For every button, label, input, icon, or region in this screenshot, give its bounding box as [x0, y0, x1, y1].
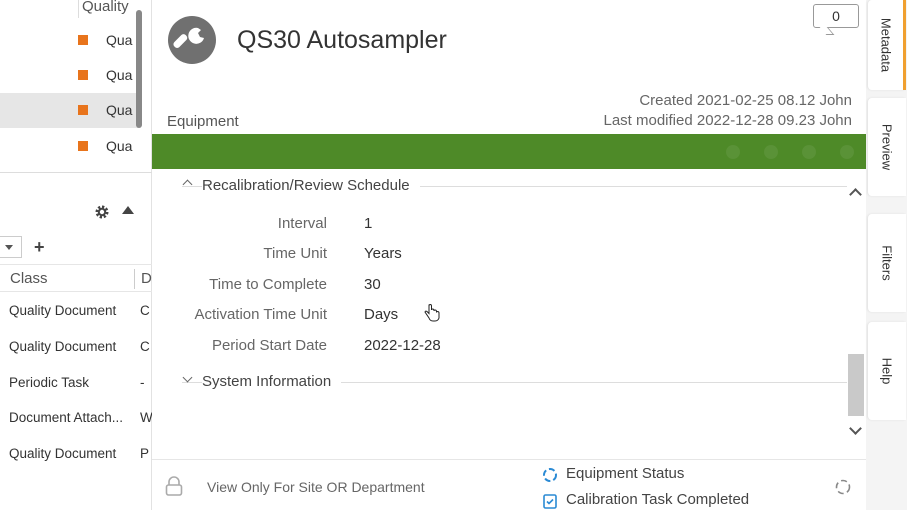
section-recalibration[interactable]: Recalibration/Review Schedule [182, 177, 847, 197]
checklist-icon [543, 494, 557, 509]
modified-info: Last modified 2022-12-28 09.23 John [603, 112, 852, 129]
scroll-thumb[interactable] [848, 354, 864, 416]
tab-label: Metadata [878, 17, 893, 73]
object-list: Quality Qua Qua Qua Qua [0, 0, 152, 172]
tab-help[interactable]: Help [868, 322, 906, 420]
list-item[interactable]: Qua [0, 58, 138, 93]
right-tab-rail: Metadata Preview Filters Help [866, 0, 907, 510]
properties-panel: Recalibration/Review Schedule Interval 1… [152, 169, 848, 459]
settings-icon[interactable] [802, 145, 816, 159]
column-header-d[interactable]: D [141, 270, 152, 287]
scroll-up-icon[interactable] [849, 188, 862, 201]
edit-icon[interactable] [764, 145, 778, 159]
field-value[interactable]: Days [364, 306, 398, 323]
task-label: Calibration Task Completed [566, 491, 750, 508]
field-label: Time to Complete [209, 276, 327, 293]
object-class: Equipment [167, 113, 239, 130]
table-row[interactable]: Quality Document P [0, 437, 152, 472]
field-interval: Interval 1 [152, 215, 712, 237]
tab-label: Help [879, 357, 895, 385]
list-item-selected[interactable]: Qua [0, 93, 138, 128]
list-item-label: Qua [106, 102, 133, 118]
more-icon[interactable] [840, 145, 854, 159]
field-label: Interval [277, 215, 327, 232]
cell-class: Quality Document [9, 339, 117, 354]
star-icon[interactable] [726, 145, 740, 159]
tab-metadata[interactable]: Metadata [868, 0, 906, 90]
list-item[interactable]: Qua [0, 23, 138, 58]
field-label: Time Unit [263, 245, 327, 262]
lock-icon [165, 476, 183, 496]
list-item-label: Qua [106, 32, 133, 48]
tab-label: Preview [879, 123, 895, 171]
wrench-icon [168, 16, 216, 64]
comment-bubble-tail [819, 27, 835, 35]
tab-label: Filters [879, 245, 895, 281]
view-dropdown[interactable] [0, 236, 22, 258]
refresh-icon[interactable] [834, 478, 852, 496]
field-value[interactable]: Years [364, 245, 402, 262]
page-title: QS30 Autosampler [237, 26, 447, 54]
add-icon[interactable]: + [34, 237, 45, 258]
column-header-class[interactable]: Class [10, 270, 48, 287]
cell-class: Periodic Task [9, 375, 90, 390]
cell-d: P [140, 446, 150, 461]
gear-icon[interactable] [94, 204, 110, 220]
cell-d: C [140, 303, 150, 318]
table-row[interactable]: Document Attach... W [0, 401, 153, 436]
section-system-information[interactable]: System Information [182, 372, 847, 393]
status-square-icon [78, 105, 88, 115]
quality-column-header[interactable]: Quality [78, 0, 138, 18]
table-row[interactable]: Periodic Task - [0, 366, 152, 401]
section-title: System Information [202, 373, 342, 390]
list-item-label: Qua [106, 67, 133, 83]
cell-class: Quality Document [9, 446, 117, 461]
field-time-unit: Time Unit Years [152, 245, 712, 267]
cell-class: Quality Document [9, 303, 117, 318]
metadata-card: QS30 Autosampler 0 Equipment Created 202… [152, 0, 866, 510]
content-scrollbar[interactable] [848, 182, 864, 440]
field-time-to-complete: Time to Complete 30 [152, 276, 712, 298]
created-info: Created 2021-02-25 08.12 John [639, 92, 852, 109]
field-period-start-date: Period Start Date 2022-12-28 [152, 337, 712, 359]
chevron-down-icon [5, 245, 13, 250]
app-window: Quality Qua Qua Qua Qua + Class D Qualit… [0, 0, 907, 510]
relations-header: Class D [0, 264, 152, 292]
cell-d: - [140, 375, 145, 390]
comment-count-badge[interactable]: 0 [813, 4, 859, 28]
field-label: Period Start Date [211, 337, 327, 354]
collapse-up-icon[interactable] [122, 206, 134, 214]
status-label: Equipment Status [566, 465, 685, 482]
divider [0, 172, 152, 173]
field-value[interactable]: 2022-12-28 [364, 337, 441, 354]
table-row[interactable]: Quality Document C [0, 330, 152, 365]
list-item[interactable]: Qua [0, 129, 138, 164]
permissions-label[interactable]: View Only For Site OR Department [207, 479, 425, 495]
field-value[interactable]: 1 [364, 215, 372, 232]
cell-class: Document Attach... [9, 410, 124, 425]
status-square-icon [78, 35, 88, 45]
scroll-down-icon[interactable] [849, 422, 862, 435]
footer-bar: View Only For Site OR Department Equipme… [152, 459, 866, 510]
workflow-icon [543, 468, 557, 482]
field-value[interactable]: 30 [364, 276, 381, 293]
chevron-down-icon [182, 372, 193, 383]
table-row[interactable]: Quality Document C [0, 294, 152, 329]
list-item-label: Qua [106, 138, 133, 154]
list-scrollbar[interactable] [136, 10, 142, 128]
cell-d: C [140, 339, 150, 354]
field-label: Activation Time Unit [194, 306, 327, 323]
workflow-bar [152, 134, 866, 169]
column-divider[interactable] [134, 269, 135, 289]
section-title: Recalibration/Review Schedule [202, 177, 420, 194]
left-panel: Quality Qua Qua Qua Qua + Class D Qualit… [0, 0, 153, 510]
tab-preview[interactable]: Preview [868, 98, 906, 196]
status-square-icon [78, 141, 88, 151]
status-square-icon [78, 70, 88, 80]
tab-filters[interactable]: Filters [868, 214, 906, 312]
hand-cursor-icon [424, 303, 440, 322]
cell-d: W [140, 410, 153, 425]
chevron-up-icon [182, 179, 193, 190]
